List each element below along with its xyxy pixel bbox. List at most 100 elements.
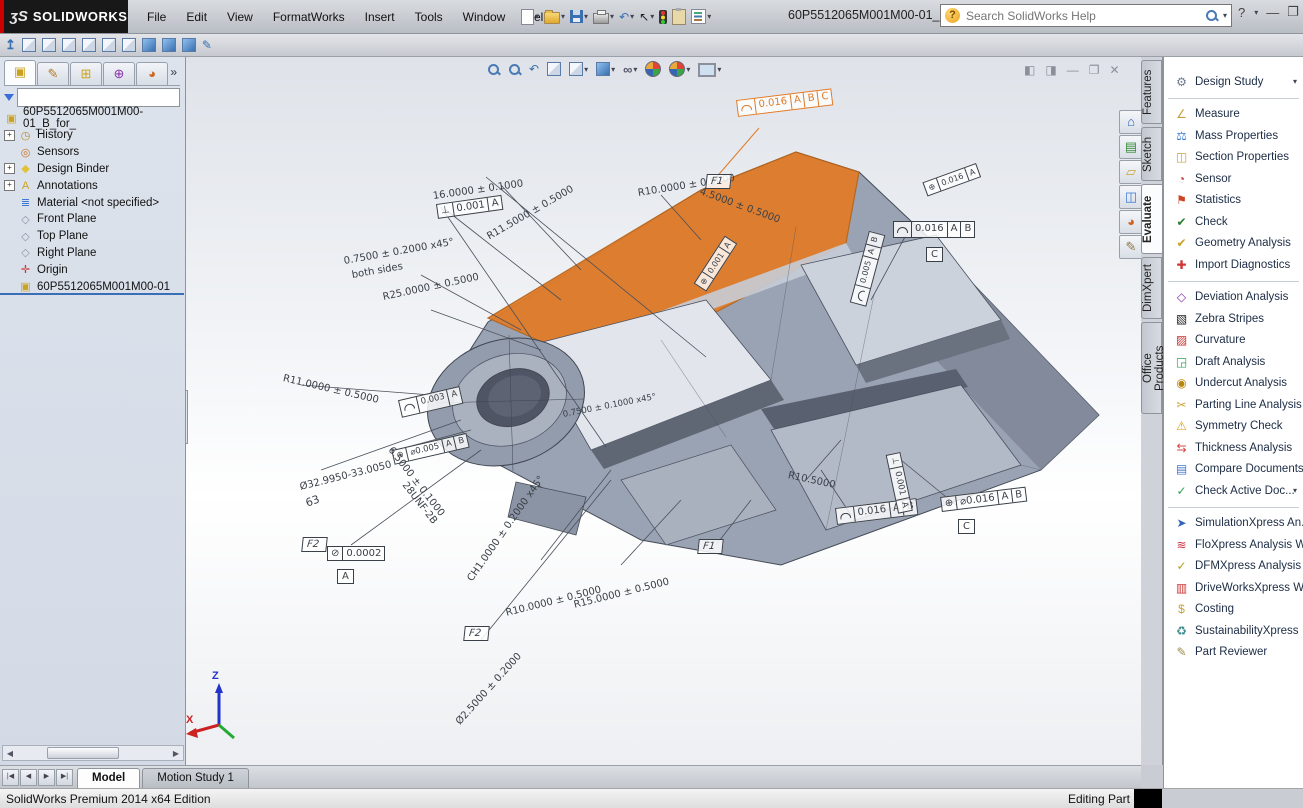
dropdown-caret[interactable]: ▾ (584, 12, 588, 21)
command-tab[interactable]: Office Products (1141, 322, 1162, 414)
dropdown-caret[interactable]: ▾ (561, 12, 565, 21)
scroll-left-icon[interactable]: ◀ (3, 749, 17, 758)
file-explorer-tab[interactable]: ▱ (1119, 160, 1143, 184)
view-dimetric-button[interactable] (181, 36, 197, 54)
dropdown-caret[interactable]: ▾ (633, 65, 637, 74)
task-pane-item[interactable]: ▥ DriveWorksXpress W... (1164, 577, 1303, 599)
propertymanager-tab[interactable]: ✎ (37, 62, 69, 85)
view-right-button[interactable] (81, 36, 97, 54)
task-pane-item[interactable]: ⚙ Design Study (1164, 71, 1303, 93)
doc-window-button[interactable]: ◨ (1045, 63, 1056, 77)
select-button[interactable]: ↖ ▾ (638, 8, 655, 26)
scroll-right-icon[interactable]: ▶ (169, 749, 183, 758)
command-tab[interactable]: Evaluate (1141, 184, 1163, 254)
appearances-tab[interactable]: ◕ (1119, 210, 1143, 234)
document-tab[interactable]: Model (77, 768, 140, 788)
task-pane-item[interactable]: ≋ FloXpress Analysis W... (1164, 534, 1303, 556)
command-tab[interactable]: DimXpert (1141, 257, 1162, 319)
filter-icon[interactable] (4, 94, 14, 101)
menu-item[interactable]: View (218, 7, 262, 27)
tree-hscrollbar[interactable]: ◀ ▶ (2, 745, 184, 761)
doc-window-button[interactable]: ◧ (1024, 63, 1035, 77)
view-bottom-button[interactable] (121, 36, 137, 54)
task-pane-item[interactable]: ∠ Measure (1164, 104, 1303, 126)
design-library-tab[interactable]: ▤ (1119, 135, 1143, 159)
tree-item[interactable]: + ✛ Origin (2, 261, 184, 278)
panel-splitter-handle[interactable]: ◀◀◀ (186, 390, 188, 444)
dropdown-caret[interactable]: ▾ (630, 12, 634, 21)
menu-item[interactable]: Window (454, 7, 515, 27)
undo-button[interactable]: ↶ ▾ (618, 8, 635, 26)
tree-item[interactable]: + ◎ Sensors (2, 144, 184, 161)
dimxpertmanager-tab[interactable]: ⊕ (103, 62, 135, 85)
tab-nav-button[interactable]: ▶| (56, 769, 73, 786)
menu-item[interactable]: Edit (177, 7, 216, 27)
properties-button[interactable] (671, 7, 687, 27)
solidworks-resources-tab[interactable]: ⌂ (1119, 110, 1143, 134)
options-list-button[interactable]: ▾ (690, 7, 712, 26)
tree-item[interactable]: + ◆ Design Binder (2, 161, 184, 178)
task-pane-item[interactable]: ✔ Check (1164, 211, 1303, 233)
task-pane-item[interactable]: ◉ Undercut Analysis (1164, 373, 1303, 395)
menu-item[interactable]: File (138, 7, 175, 27)
search-caret-icon[interactable]: ▾ (1223, 11, 1227, 20)
view-left-button[interactable] (61, 36, 77, 54)
tab-nav-button[interactable]: |◀ (2, 769, 19, 786)
task-pane-item[interactable]: ✔ Geometry Analysis (1164, 233, 1303, 255)
task-pane-item[interactable]: ◲ Draft Analysis (1164, 351, 1303, 373)
task-pane-item[interactable]: ⚖ Mass Properties (1164, 125, 1303, 147)
task-pane-item[interactable]: $ Costing (1164, 599, 1303, 621)
task-pane-item[interactable]: ✓ DFMXpress Analysis ... (1164, 556, 1303, 578)
dropdown-caret[interactable]: ▾ (717, 65, 721, 74)
view-orientation-button[interactable]: ▾ (568, 61, 589, 77)
task-pane-item[interactable]: ▤ Compare Documents (1164, 459, 1303, 481)
displaymanager-tab[interactable]: ◕ (136, 62, 168, 85)
search-icon[interactable] (1205, 9, 1218, 22)
scroll-thumb[interactable] (47, 747, 119, 759)
new-document-button[interactable]: ▾ (520, 7, 540, 27)
task-pane-item[interactable]: ✚ Import Diagnostics (1164, 254, 1303, 276)
tree-item[interactable]: + A Annotations (2, 177, 184, 194)
dropdown-caret[interactable]: ▾ (650, 12, 654, 21)
task-pane-item[interactable]: ✂ Parting Line Analysis (1164, 394, 1303, 416)
task-pane-item[interactable]: ◔ Sensor (1164, 168, 1303, 190)
help-caret-icon[interactable]: ▾ (1254, 8, 1258, 17)
dropdown-caret[interactable]: ▾ (611, 65, 615, 74)
view-isometric-button[interactable] (141, 36, 157, 54)
open-button[interactable]: ▾ (543, 7, 566, 26)
print-button[interactable]: ▾ (592, 7, 615, 26)
custom-properties-tab[interactable]: ✎ (1119, 235, 1143, 259)
view-back-button[interactable] (41, 36, 57, 54)
previous-view-button[interactable]: ↶ (528, 61, 540, 77)
view-palette-tab[interactable]: ◫ (1119, 185, 1143, 209)
graphics-viewport[interactable]: Z X 16.0000 ± 0.1000⊥0.001AR11.5000 ± 0.… (186, 57, 1141, 765)
display-style-button[interactable]: ▾ (595, 61, 616, 77)
hide-show-items-button[interactable]: ∞ ▾ (622, 61, 638, 78)
minimize-button[interactable]: — (1266, 5, 1279, 20)
featuremanager-tab[interactable]: ▣ (4, 60, 36, 85)
task-pane-item[interactable]: ➤ SimulationXpress An... (1164, 513, 1303, 535)
more-tabs-chevron[interactable]: » (166, 65, 181, 79)
view-top-button[interactable] (101, 36, 117, 54)
search-box[interactable]: ? ▾ (940, 4, 1232, 27)
task-pane-item[interactable]: ✎ Part Reviewer (1164, 642, 1303, 664)
expand-icon[interactable]: + (4, 180, 15, 191)
rebuild-button[interactable] (658, 8, 668, 26)
task-pane-item[interactable]: ▧ Zebra Stripes (1164, 308, 1303, 330)
document-tab[interactable]: Motion Study 1 (142, 768, 249, 788)
task-pane-item[interactable]: ⚑ Statistics (1164, 190, 1303, 212)
task-pane-item[interactable]: ✓ Check Active Doc... (1164, 480, 1303, 502)
menu-item[interactable]: FormatWorks (264, 7, 354, 27)
tree-item[interactable]: + ◇ Front Plane (2, 211, 184, 228)
task-pane-item[interactable]: ⇆ Thickness Analysis (1164, 437, 1303, 459)
tree-item[interactable]: + ≣ Material <not specified> (2, 194, 184, 211)
section-view-button[interactable] (546, 61, 562, 77)
menu-item[interactable]: Tools (406, 7, 452, 27)
expand-icon[interactable]: + (4, 130, 15, 141)
tree-item[interactable]: + ◇ Top Plane (2, 228, 184, 245)
task-pane-item[interactable]: ♻ SustainabilityXpress (1164, 620, 1303, 642)
view-front-button[interactable] (21, 36, 37, 54)
search-input[interactable] (964, 8, 1201, 24)
doc-window-button[interactable]: ❐ (1089, 63, 1100, 77)
apply-scene-button[interactable]: ▾ (668, 60, 691, 78)
